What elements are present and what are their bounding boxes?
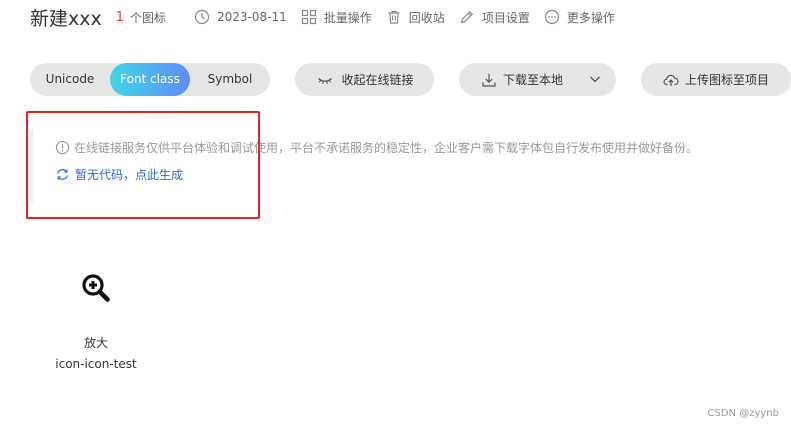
- recycle-bin-label: 回收站: [408, 10, 445, 25]
- project-settings-label: 项目设置: [481, 10, 530, 25]
- project-title: 新建xxx: [30, 7, 102, 30]
- icon-card[interactable]: 放大 icon-icon-test: [50, 258, 142, 378]
- more-ops-button[interactable]: 更多操作: [544, 9, 615, 26]
- project-header: 新建xxx 1 个图标 2023-08-11 批量操作 回收站 项目设置 更多操…: [30, 4, 615, 30]
- generate-code-link[interactable]: 暂无代码，点此生成: [55, 166, 183, 183]
- collapse-link-button[interactable]: 收起在线链接: [295, 63, 434, 96]
- icon-name: 放大: [83, 336, 108, 350]
- online-link-notice: 在线链接服务仅供平台体验和调试使用，平台不承诺服务的稳定性，企业客户需下载字体包…: [30, 130, 765, 202]
- recycle-bin-button[interactable]: 回收站: [386, 9, 445, 26]
- grid-icon: [301, 9, 316, 25]
- notice-message: 在线链接服务仅供平台体验和调试使用，平台不承诺服务的稳定性，企业客户需下载字体包…: [55, 139, 698, 156]
- upload-button[interactable]: 上传图标至项目: [641, 63, 791, 96]
- chevron-down-icon[interactable]: [588, 72, 602, 86]
- pencil-icon: [460, 10, 473, 24]
- tab-symbol[interactable]: Symbol: [190, 63, 270, 96]
- code-type-switch: Unicode Font class Symbol: [30, 63, 270, 96]
- tab-unicode[interactable]: Unicode: [30, 63, 110, 96]
- generate-code-label: 暂无代码，点此生成: [75, 168, 184, 182]
- more-ops-label: 更多操作: [566, 10, 615, 25]
- upload-label: 上传图标至项目: [684, 73, 769, 87]
- download-label: 下载至本地: [503, 73, 564, 87]
- tab-font-class[interactable]: Font class: [110, 63, 190, 96]
- project-date: 2023-08-11: [217, 10, 287, 24]
- eye-closed-icon: [318, 77, 333, 84]
- watermark: CSDN @zyynb: [707, 408, 779, 419]
- cloud-upload-icon: [663, 74, 679, 86]
- notice-text: 在线链接服务仅供平台体验和调试使用，平台不承诺服务的稳定性，企业客户需下载字体包…: [74, 141, 699, 155]
- date-info: 2023-08-11: [194, 9, 287, 25]
- batch-ops-button[interactable]: 批量操作: [301, 9, 372, 26]
- icon-class-name: icon-icon-test: [55, 357, 137, 371]
- zoom-in-icon: [82, 274, 110, 302]
- icon-count-label: 个图标: [130, 10, 167, 25]
- icon-count-number: 1: [115, 9, 125, 25]
- info-icon: [55, 140, 70, 155]
- project-settings-button[interactable]: 项目设置: [459, 9, 530, 26]
- more-icon: [544, 9, 559, 25]
- clock-icon: [194, 9, 210, 25]
- refresh-icon: [57, 169, 68, 180]
- download-button[interactable]: 下载至本地: [459, 63, 616, 96]
- download-icon: [482, 73, 496, 87]
- collapse-link-label: 收起在线链接: [341, 73, 414, 87]
- toolbar: Unicode Font class Symbol 收起在线链接 下载至本地 上…: [30, 63, 791, 97]
- batch-ops-label: 批量操作: [323, 10, 372, 25]
- trash-icon: [388, 10, 400, 24]
